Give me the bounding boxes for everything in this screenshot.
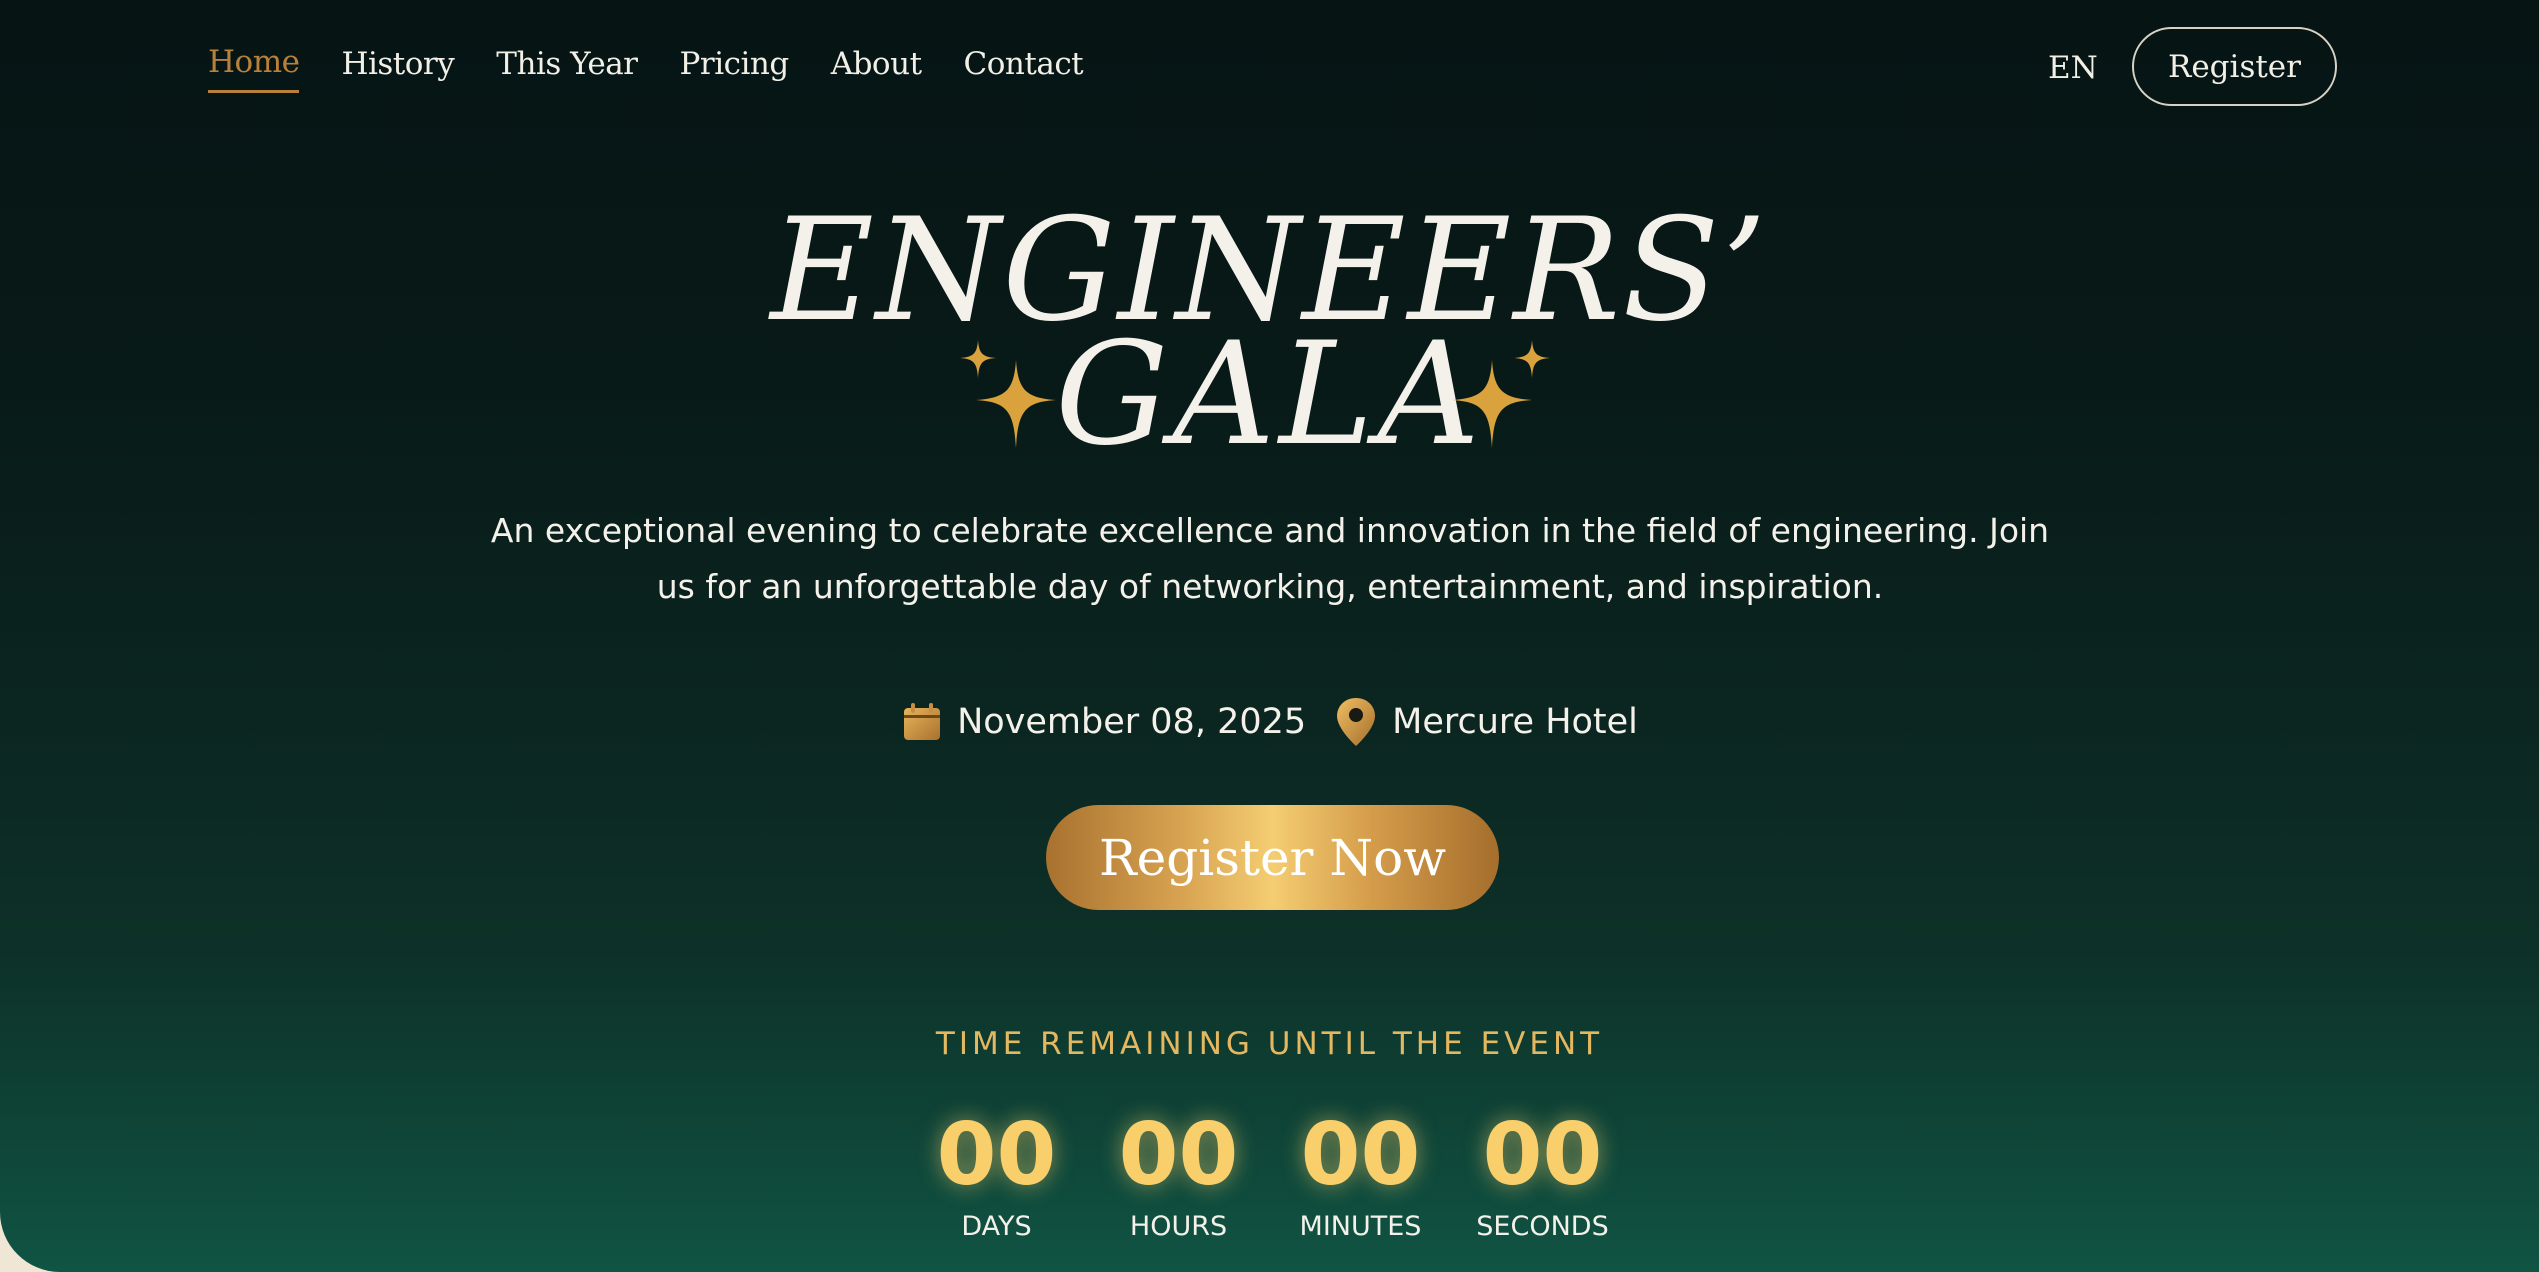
event-title-line2: GALA <box>1055 312 1484 477</box>
calendar-icon <box>901 701 943 743</box>
register-now-button[interactable]: Register Now <box>1046 805 1499 910</box>
page: Home History This Year Pricing About Con… <box>0 0 2539 1272</box>
countdown-hours-label: HOURS <box>1129 1211 1228 1242</box>
sparkle-icon <box>960 340 1056 448</box>
map-pin-icon <box>1334 696 1378 748</box>
event-meta: November 08, 2025 Mercure Hotel <box>0 696 2539 748</box>
countdown-seconds-value: 00 <box>1482 1105 1603 1205</box>
countdown-hours-value: 00 <box>1118 1105 1239 1205</box>
main-nav: Home History This Year Pricing About Con… <box>208 44 1084 93</box>
countdown-seconds: 00 SECONDS <box>1473 1105 1613 1242</box>
event-date-text: November 08, 2025 <box>957 702 1307 742</box>
countdown-days: 00 DAYS <box>927 1105 1067 1242</box>
countdown-heading: TIME REMAINING UNTIL THE EVENT <box>935 1026 1604 1062</box>
register-button[interactable]: Register <box>2132 27 2337 106</box>
countdown-hours: 00 HOURS <box>1109 1105 1249 1242</box>
sparkle-icon <box>1452 340 1550 448</box>
countdown-minutes-value: 00 <box>1300 1105 1421 1205</box>
nav-history[interactable]: History <box>341 46 454 92</box>
event-location-text: Mercure Hotel <box>1392 702 1638 742</box>
event-date: November 08, 2025 <box>901 701 1306 743</box>
countdown-timer: 00 DAYS 00 HOURS 00 MINUTES 00 SECONDS <box>0 1105 2539 1242</box>
countdown-days-value: 00 <box>936 1105 1057 1205</box>
countdown-seconds-label: SECONDS <box>1476 1211 1609 1242</box>
nav-about[interactable]: About <box>831 46 922 92</box>
event-description: An exceptional evening to celebrate exce… <box>490 511 2050 606</box>
event-location: Mercure Hotel <box>1334 696 1638 748</box>
nav-this-year[interactable]: This Year <box>496 46 638 92</box>
nav-pricing[interactable]: Pricing <box>680 46 790 92</box>
countdown-minutes: 00 MINUTES <box>1291 1105 1431 1242</box>
countdown-minutes-label: MINUTES <box>1299 1211 1422 1242</box>
countdown-days-label: DAYS <box>961 1211 1032 1242</box>
nav-contact[interactable]: Contact <box>964 46 1084 92</box>
language-switcher[interactable]: EN <box>2048 50 2098 86</box>
nav-home[interactable]: Home <box>208 44 300 93</box>
